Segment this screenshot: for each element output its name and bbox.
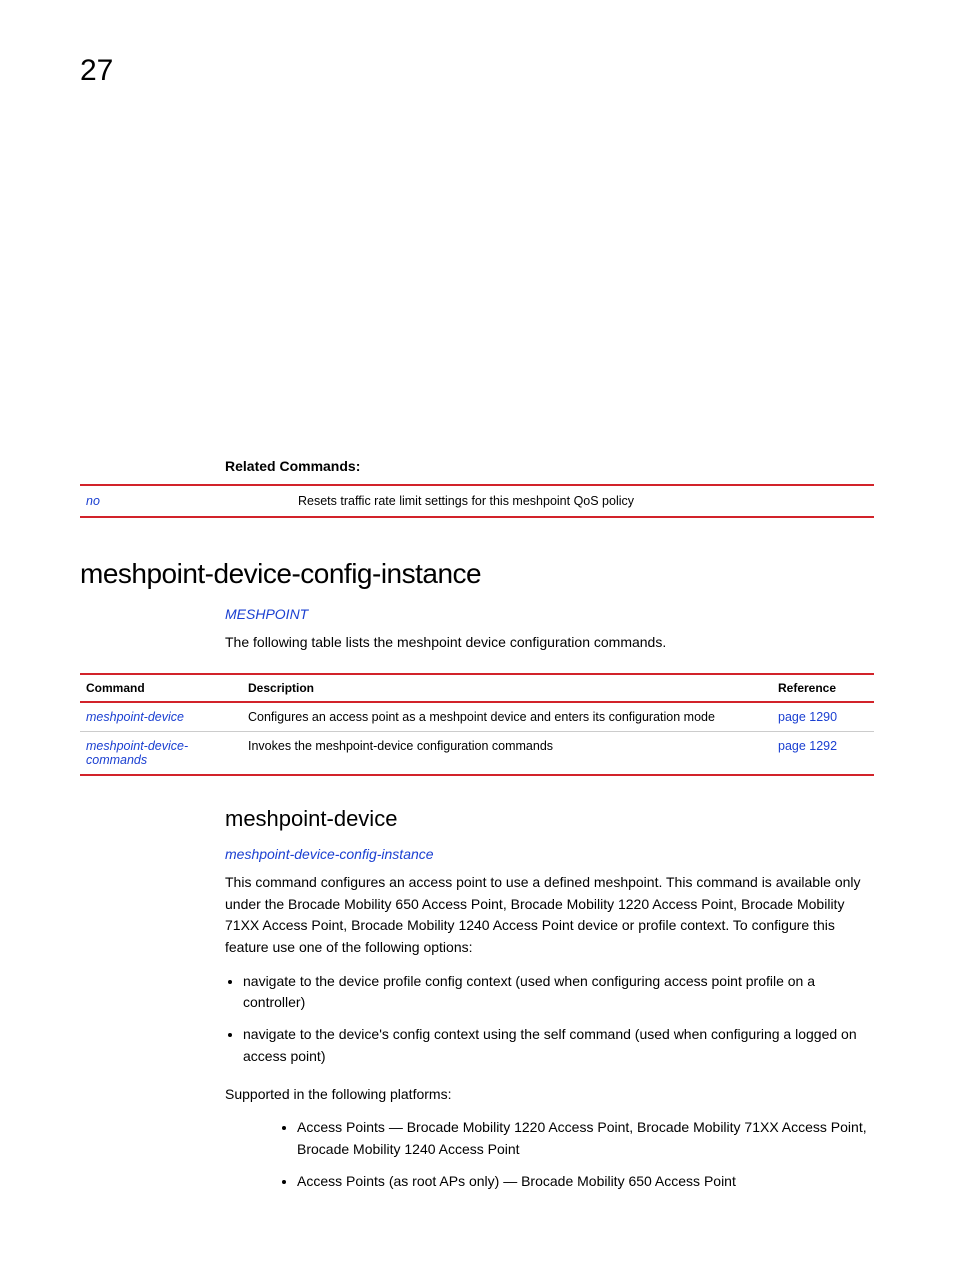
table-row: meshpoint-device-commands Invokes the me… <box>80 732 874 776</box>
supported-platforms-heading: Supported in the following platforms: <box>225 1084 874 1106</box>
table-row: no Resets traffic rate limit settings fo… <box>80 485 874 517</box>
sub-heading: meshpoint-device <box>225 806 874 832</box>
main-heading: meshpoint-device-config-instance <box>80 558 874 590</box>
body-paragraph: This command configures an access point … <box>225 872 874 959</box>
col-header-reference: Reference <box>772 674 874 702</box>
table-header-row: Command Description Reference <box>80 674 874 702</box>
related-commands-table: no Resets traffic rate limit settings fo… <box>80 484 874 518</box>
intro-text: The following table lists the meshpoint … <box>225 632 874 653</box>
bullet-list: navigate to the device profile config co… <box>243 971 874 1068</box>
col-header-description: Description <box>242 674 772 702</box>
list-item: navigate to the device profile config co… <box>243 971 874 1014</box>
list-item: navigate to the device's config context … <box>243 1024 874 1067</box>
breadcrumb-meshpoint[interactable]: MESHPOINT <box>225 606 874 622</box>
list-item: Access Points (as root APs only) — Broca… <box>297 1171 874 1193</box>
page-ref-link[interactable]: page 1290 <box>778 710 837 724</box>
command-link-no[interactable]: no <box>86 494 100 508</box>
page-number: 27 <box>80 54 874 88</box>
breadcrumb-config-instance[interactable]: meshpoint-device-config-instance <box>225 846 874 862</box>
command-desc: Resets traffic rate limit settings for t… <box>292 485 874 517</box>
commands-table: Command Description Reference meshpoint-… <box>80 673 874 776</box>
command-desc: Invokes the meshpoint-device configurati… <box>242 732 772 776</box>
command-link-meshpoint-device[interactable]: meshpoint-device <box>86 710 184 724</box>
col-header-command: Command <box>80 674 242 702</box>
related-commands-heading-wrap: Related Commands: <box>225 458 874 474</box>
related-commands-heading: Related Commands: <box>225 458 874 474</box>
command-link-meshpoint-device-commands[interactable]: meshpoint-device-commands <box>86 739 188 767</box>
list-item: Access Points — Brocade Mobility 1220 Ac… <box>297 1117 874 1160</box>
page-ref-link[interactable]: page 1292 <box>778 739 837 753</box>
bullet-list-platforms: Access Points — Brocade Mobility 1220 Ac… <box>297 1117 874 1192</box>
document-page: 27 Related Commands: no Resets traffic r… <box>0 0 954 1268</box>
table-row: meshpoint-device Configures an access po… <box>80 702 874 732</box>
command-desc: Configures an access point as a meshpoin… <box>242 702 772 732</box>
